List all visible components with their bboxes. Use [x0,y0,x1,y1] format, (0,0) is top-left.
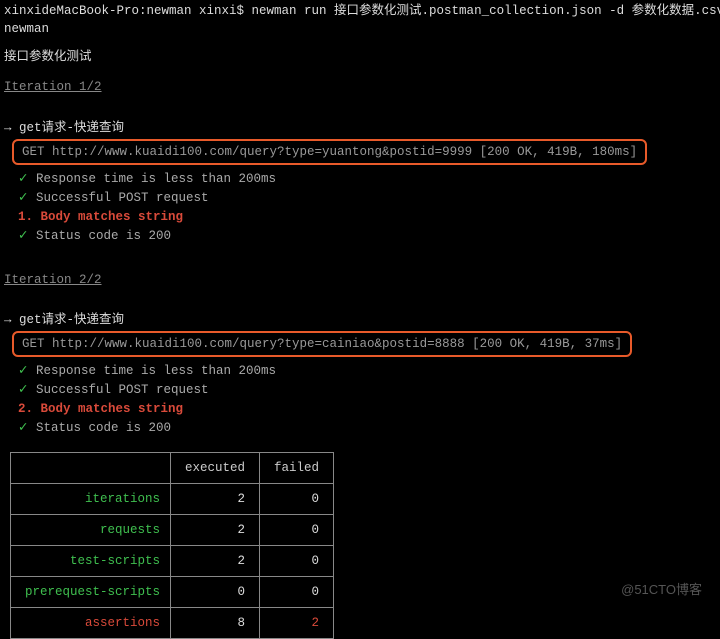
row-failed: 0 [260,545,334,576]
test-results: ✓ Response time is less than 200ms✓ Succ… [4,170,716,246]
check-icon: ✓ [18,383,36,397]
table-row: prerequest-scripts00 [11,577,334,608]
row-executed: 2 [171,514,260,545]
test-assertion: 1. Body matches string [18,208,716,226]
fail-number: 1. [18,210,41,224]
row-failed: 0 [260,514,334,545]
row-label: prerequest-scripts [11,577,171,608]
test-assertion: ✓ Status code is 200 [18,419,716,437]
row-executed: 8 [171,608,260,639]
test-assertion: ✓ Successful POST request [18,381,716,399]
assertion-text: Response time is less than 200ms [36,364,276,378]
check-icon: ✓ [18,421,36,435]
request-label: → get请求-快递查询 [4,311,716,329]
runner-name: newman [4,20,716,38]
row-label: iterations [11,483,171,514]
request-line-highlight: GET http://www.kuaidi100.com/query?type=… [12,331,632,357]
assertion-text: Body matches string [41,210,184,224]
assertion-text: Response time is less than 200ms [36,172,276,186]
row-executed: 2 [171,483,260,514]
table-header-blank [11,452,171,483]
test-assertion: ✓ Successful POST request [18,189,716,207]
row-label: requests [11,514,171,545]
row-failed: 2 [260,608,334,639]
iteration-header: Iteration 2/2 [4,271,102,289]
test-assertion: 2. Body matches string [18,400,716,418]
row-label: test-scripts [11,545,171,576]
assertion-text: Successful POST request [36,191,209,205]
test-results: ✓ Response time is less than 200ms✓ Succ… [4,362,716,438]
row-label: assertions [11,608,171,639]
assertion-text: Status code is 200 [36,229,171,243]
table-row: requests20 [11,514,334,545]
check-icon: ✓ [18,172,36,186]
request-label: → get请求-快递查询 [4,119,716,137]
row-executed: 2 [171,545,260,576]
table-row: assertions82 [11,608,334,639]
test-assertion: ✓ Status code is 200 [18,227,716,245]
row-executed: 0 [171,577,260,608]
test-assertion: ✓ Response time is less than 200ms [18,362,716,380]
table-row: iterations20 [11,483,334,514]
summary-table: executed failed iterations20requests20te… [10,452,334,639]
assertion-text: Body matches string [41,402,184,416]
check-icon: ✓ [18,229,36,243]
assertion-text: Successful POST request [36,383,209,397]
table-header-failed: failed [260,452,334,483]
row-failed: 0 [260,577,334,608]
row-failed: 0 [260,483,334,514]
assertion-text: Status code is 200 [36,421,171,435]
table-row: test-scripts20 [11,545,334,576]
table-header-executed: executed [171,452,260,483]
test-assertion: ✓ Response time is less than 200ms [18,170,716,188]
request-line-highlight: GET http://www.kuaidi100.com/query?type=… [12,139,647,165]
iteration-header: Iteration 1/2 [4,78,102,96]
collection-title: 接口参数化测试 [4,48,716,66]
check-icon: ✓ [18,191,36,205]
watermark: @51CTO博客 [621,581,702,600]
fail-number: 2. [18,402,41,416]
check-icon: ✓ [18,364,36,378]
shell-prompt: xinxideMacBook-Pro:newman xinxi$ newman … [4,2,716,20]
